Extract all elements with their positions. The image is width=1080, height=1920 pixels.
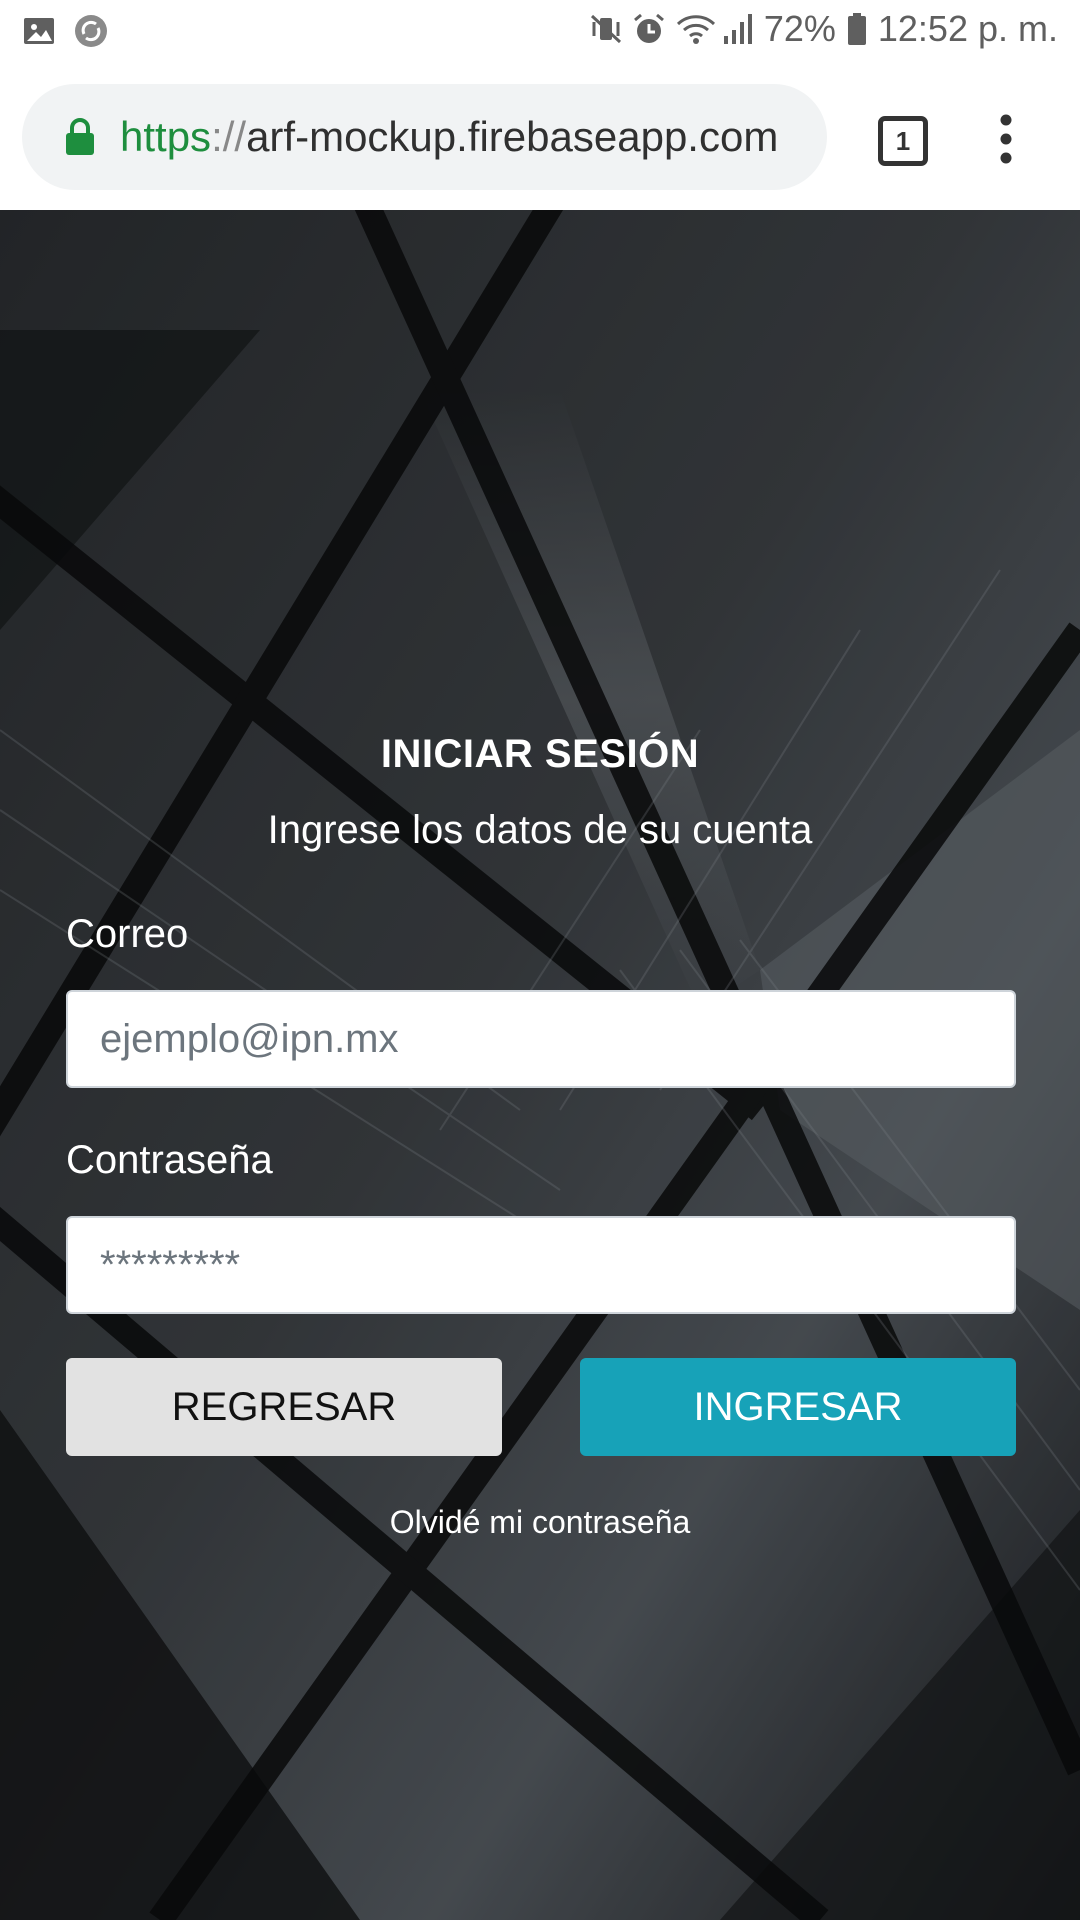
wifi-icon — [676, 12, 715, 46]
password-label: Contraseña — [66, 1138, 273, 1182]
status-bar: 72% 12:52 p. m. — [0, 0, 1080, 64]
email-label: Correo — [66, 912, 189, 956]
signal-icon — [720, 12, 754, 46]
password-field[interactable] — [66, 1216, 1016, 1314]
page-subtitle: Ingrese los datos de su cuenta — [267, 808, 813, 852]
url-scheme: https — [120, 113, 212, 160]
address-bar[interactable]: https://arf-mockup.firebaseapp.com — [22, 84, 827, 190]
url-host: arf-mockup.firebaseapp.com — [246, 113, 779, 160]
forgot-password-link[interactable]: Olvidé mi contraseña — [0, 1504, 1080, 1541]
login-button[interactable]: INGRESAR — [580, 1358, 1016, 1456]
back-button[interactable]: REGRESAR — [66, 1358, 502, 1456]
clock: 12:52 p. m. — [877, 8, 1058, 49]
alarm-icon — [632, 12, 666, 46]
page-title: INICIAR SESIÓN — [380, 732, 700, 776]
sync-icon — [74, 14, 108, 48]
battery-percent: 72% — [763, 8, 836, 49]
tab-switcher-button[interactable]: 1 — [878, 116, 928, 166]
lock-icon — [64, 117, 96, 157]
login-hero: INICIAR SESIÓN Ingrese los datos de su c… — [0, 210, 1080, 1920]
image-icon — [22, 14, 56, 48]
browser-toolbar: https://arf-mockup.firebaseapp.com 1 — [0, 64, 1080, 210]
url-separator: :// — [211, 113, 247, 160]
battery-icon — [846, 12, 868, 46]
more-menu-icon[interactable] — [994, 112, 1018, 166]
mute-vibrate-icon — [588, 12, 622, 46]
url-text: https://arf-mockup.firebaseapp.com — [120, 113, 778, 161]
email-field[interactable] — [66, 990, 1016, 1088]
